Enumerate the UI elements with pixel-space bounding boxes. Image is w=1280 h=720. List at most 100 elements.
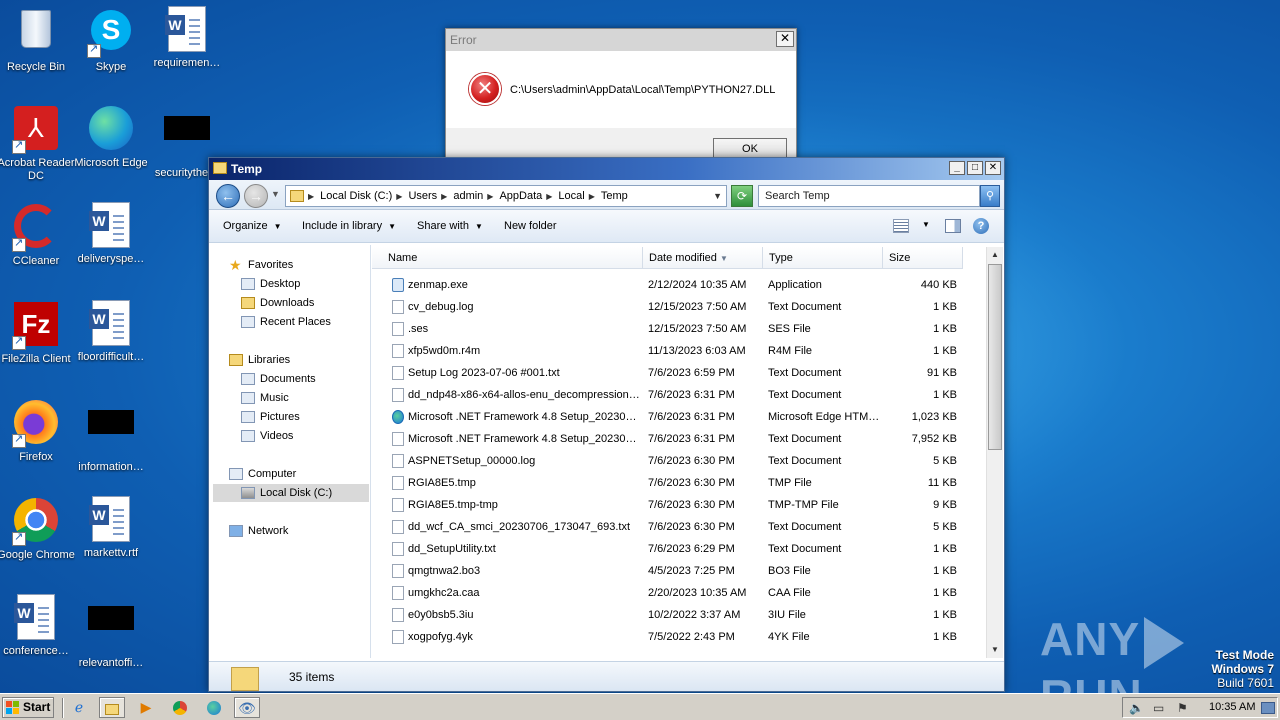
nav-favorites[interactable]: ★ Favorites <box>229 256 389 274</box>
blacked-out-file-icon <box>87 410 135 458</box>
desktop-icon-google-chrome[interactable]: Google Chrome <box>0 496 75 562</box>
breadcrumb-item[interactable]: Users <box>408 190 437 202</box>
file-row[interactable]: RGIA8E5.tmp-tmp 7/6/2023 6:30 PM TMP-TMP F… <box>372 494 982 516</box>
dialog-close-button[interactable]: ✕ <box>776 31 794 47</box>
desktop-icon-skype[interactable]: S Skype <box>72 6 150 74</box>
minimize-button[interactable]: _ <box>949 161 965 175</box>
breadcrumb-item[interactable]: Local <box>558 190 584 202</box>
desktop-icon-floordifficult[interactable]: floordifficult… <box>72 300 150 364</box>
clock[interactable]: 10:35 AM <box>1209 701 1255 713</box>
column-header-size[interactable]: Size <box>883 247 963 269</box>
action-center-flag-icon[interactable]: ⚑ <box>1177 701 1188 715</box>
desktop-icon-conference[interactable]: conference… <box>0 594 75 658</box>
desktop-icon-requiremen[interactable]: requiremen… <box>148 6 226 70</box>
desktop-icon-filezilla-client[interactable]: Fz FileZilla Client <box>0 300 75 366</box>
search-input[interactable]: Search Temp <box>758 185 980 207</box>
nav-libraries[interactable]: Libraries <box>229 351 389 369</box>
file-row[interactable]: umgkhc2a.caa 2/20/2023 10:35 AM CAA File 1 … <box>372 582 982 604</box>
address-bar[interactable]: ▶ Local Disk (C:) ▶ Users ▶ admin ▶ AppData ▶ Lo… <box>285 185 727 207</box>
desktop-icon-firefox[interactable]: Firefox <box>0 398 75 464</box>
file-date: 2/20/2023 10:35 AM <box>648 587 747 599</box>
nav-local-disk[interactable]: Local Disk (C:) <box>213 484 369 502</box>
file-row[interactable]: RGIA8E5.tmp 7/6/2023 6:30 PM TMP File 11 KB <box>372 472 982 494</box>
desktop-icon-relevantoffi[interactable]: relevantoffi… <box>72 594 150 670</box>
column-header-name[interactable]: Name <box>372 247 643 269</box>
desktop-icon-recycle-bin[interactable]: Recycle Bin <box>0 6 75 74</box>
view-options-icon[interactable] <box>893 219 909 233</box>
share-with-button[interactable]: Share with ▼ <box>417 220 483 232</box>
file-row[interactable]: .ses 12/15/2023 7:50 AM SES File 1 KB <box>372 318 982 340</box>
scrollbar-thumb[interactable] <box>988 264 1002 450</box>
start-button[interactable]: Start <box>2 697 54 718</box>
desktop-icon-deliveryspe[interactable]: deliveryspe… <box>72 202 150 266</box>
file-size: 7,952 KB <box>911 433 957 445</box>
file-row[interactable]: Microsoft .NET Framework 4.8 Setup_20230… <box>372 428 982 450</box>
dialog-titlebar[interactable]: Error ✕ <box>446 29 796 51</box>
close-button[interactable]: ✕ <box>985 161 1001 175</box>
breadcrumb-item[interactable]: Temp <box>601 190 628 202</box>
breadcrumb-item[interactable]: admin <box>453 190 483 202</box>
media-player-icon[interactable]: ▶ <box>133 697 159 718</box>
desktop-icon-markettv-rtf[interactable]: markettv.rtf <box>72 496 150 560</box>
file-row[interactable]: dd_wcf_CA_smci_20230706_173047_693.txt 7/… <box>372 516 982 538</box>
file-row[interactable]: cv_debug.log 12/15/2023 7:50 AM Text Docum… <box>372 296 982 318</box>
breadcrumb-arrow-icon[interactable]: ▶ <box>487 192 493 201</box>
back-button[interactable]: ← <box>216 184 240 208</box>
file-row[interactable]: zenmap.exe 2/12/2024 10:35 AM Application 4… <box>372 274 982 296</box>
desktop-icon-ccleaner[interactable]: CCleaner <box>0 202 75 268</box>
new-folder-button[interactable]: New folder <box>504 220 557 232</box>
breadcrumb-item[interactable]: Local Disk (C:) <box>320 190 392 202</box>
organize-button[interactable]: Organize ▼ <box>223 220 282 232</box>
network-tray-icon[interactable]: ▭ <box>1153 701 1164 715</box>
include-in-library-button[interactable]: Include in library ▼ <box>302 220 396 232</box>
breadcrumb-arrow-icon[interactable]: ▶ <box>308 192 314 201</box>
chevron-down-icon[interactable]: ▼ <box>922 220 930 229</box>
address-dropdown-icon[interactable]: ▼ <box>713 191 722 201</box>
nav-computer[interactable]: Computer <box>229 465 389 483</box>
explorer-window: Temp _ □ ✕ ← → ▼ ▶ Local Disk (C:) ▶ Users… <box>208 157 1005 692</box>
document-file-icon <box>392 608 404 622</box>
internet-explorer-icon[interactable]: ℯ <box>66 697 92 718</box>
speaker-icon[interactable]: 🔈 <box>1129 701 1144 715</box>
file-row[interactable]: ASPNETSetup_00000.log 7/6/2023 6:30 PM Tex… <box>372 450 982 472</box>
breadcrumb-arrow-icon[interactable]: ▶ <box>589 192 595 201</box>
refresh-button[interactable]: ⟳ <box>731 185 753 207</box>
scroll-down-icon[interactable]: ▼ <box>987 642 1003 658</box>
help-icon[interactable]: ? <box>973 218 989 234</box>
file-type: Text Document <box>768 367 842 379</box>
breadcrumb-arrow-icon[interactable]: ▶ <box>546 192 552 201</box>
file-row[interactable]: e0y0bsb5.3iu 10/2/2022 3:37 AM 3IU File 1 K… <box>372 604 982 626</box>
preview-pane-icon[interactable] <box>945 219 961 233</box>
taskbar-explorer-button[interactable] <box>99 697 125 718</box>
recycle-bin-icon <box>12 10 60 58</box>
desktop-icon-microsoft-edge[interactable]: Microsoft Edge <box>72 104 150 170</box>
file-row[interactable]: Setup Log 2023-07-06 #001.txt 7/6/2023 6:… <box>372 362 982 384</box>
show-desktop-icon[interactable] <box>1261 702 1275 714</box>
breadcrumb-arrow-icon[interactable]: ▶ <box>441 192 447 201</box>
column-header-date[interactable]: Date modified ▼ <box>643 247 763 269</box>
search-icon[interactable]: ⚲ <box>980 185 1000 207</box>
document-file-icon <box>392 344 404 358</box>
breadcrumb-arrow-icon[interactable]: ▶ <box>396 192 402 201</box>
file-row[interactable]: Microsoft .NET Framework 4.8 Setup_20230… <box>372 406 982 428</box>
edge-icon[interactable] <box>201 697 227 718</box>
column-header-type[interactable]: Type <box>763 247 883 269</box>
scroll-up-icon[interactable]: ▲ <box>987 247 1003 263</box>
taskbar-zenmap-button[interactable]: 👁 <box>234 697 260 718</box>
file-row[interactable]: xfp5wd0m.r4m 11/13/2023 6:03 AM R4M File 1 … <box>372 340 982 362</box>
forward-button[interactable]: → <box>244 184 268 208</box>
file-row[interactable]: dd_SetupUtility.txt 7/6/2023 6:29 PM Text … <box>372 538 982 560</box>
file-row[interactable]: qmgtnwa2.bo3 4/5/2023 7:25 PM BO3 File 1 KB <box>372 560 982 582</box>
vertical-scrollbar[interactable]: ▲ ▼ <box>986 247 1003 658</box>
chrome-icon[interactable] <box>167 697 193 718</box>
desktop-icon-label: CCleaner <box>12 255 60 267</box>
recent-pages-dropdown[interactable]: ▼ <box>271 189 280 199</box>
desktop-icon-information[interactable]: information… <box>72 398 150 474</box>
nav-network[interactable]: Network <box>229 522 389 540</box>
explorer-titlebar[interactable]: Temp _ □ ✕ <box>209 158 1004 180</box>
maximize-button[interactable]: □ <box>967 161 983 175</box>
breadcrumb-item[interactable]: AppData <box>499 190 542 202</box>
file-row[interactable]: dd_ndp48-x86-x64-allos-enu_decompression… <box>372 384 982 406</box>
file-row[interactable]: xogpofyg.4yk 7/5/2022 2:43 PM 4YK File 1 KB <box>372 626 982 648</box>
desktop-icon-acrobat-reader-dc[interactable]: ⅄ Acrobat Reader DC <box>0 104 75 183</box>
